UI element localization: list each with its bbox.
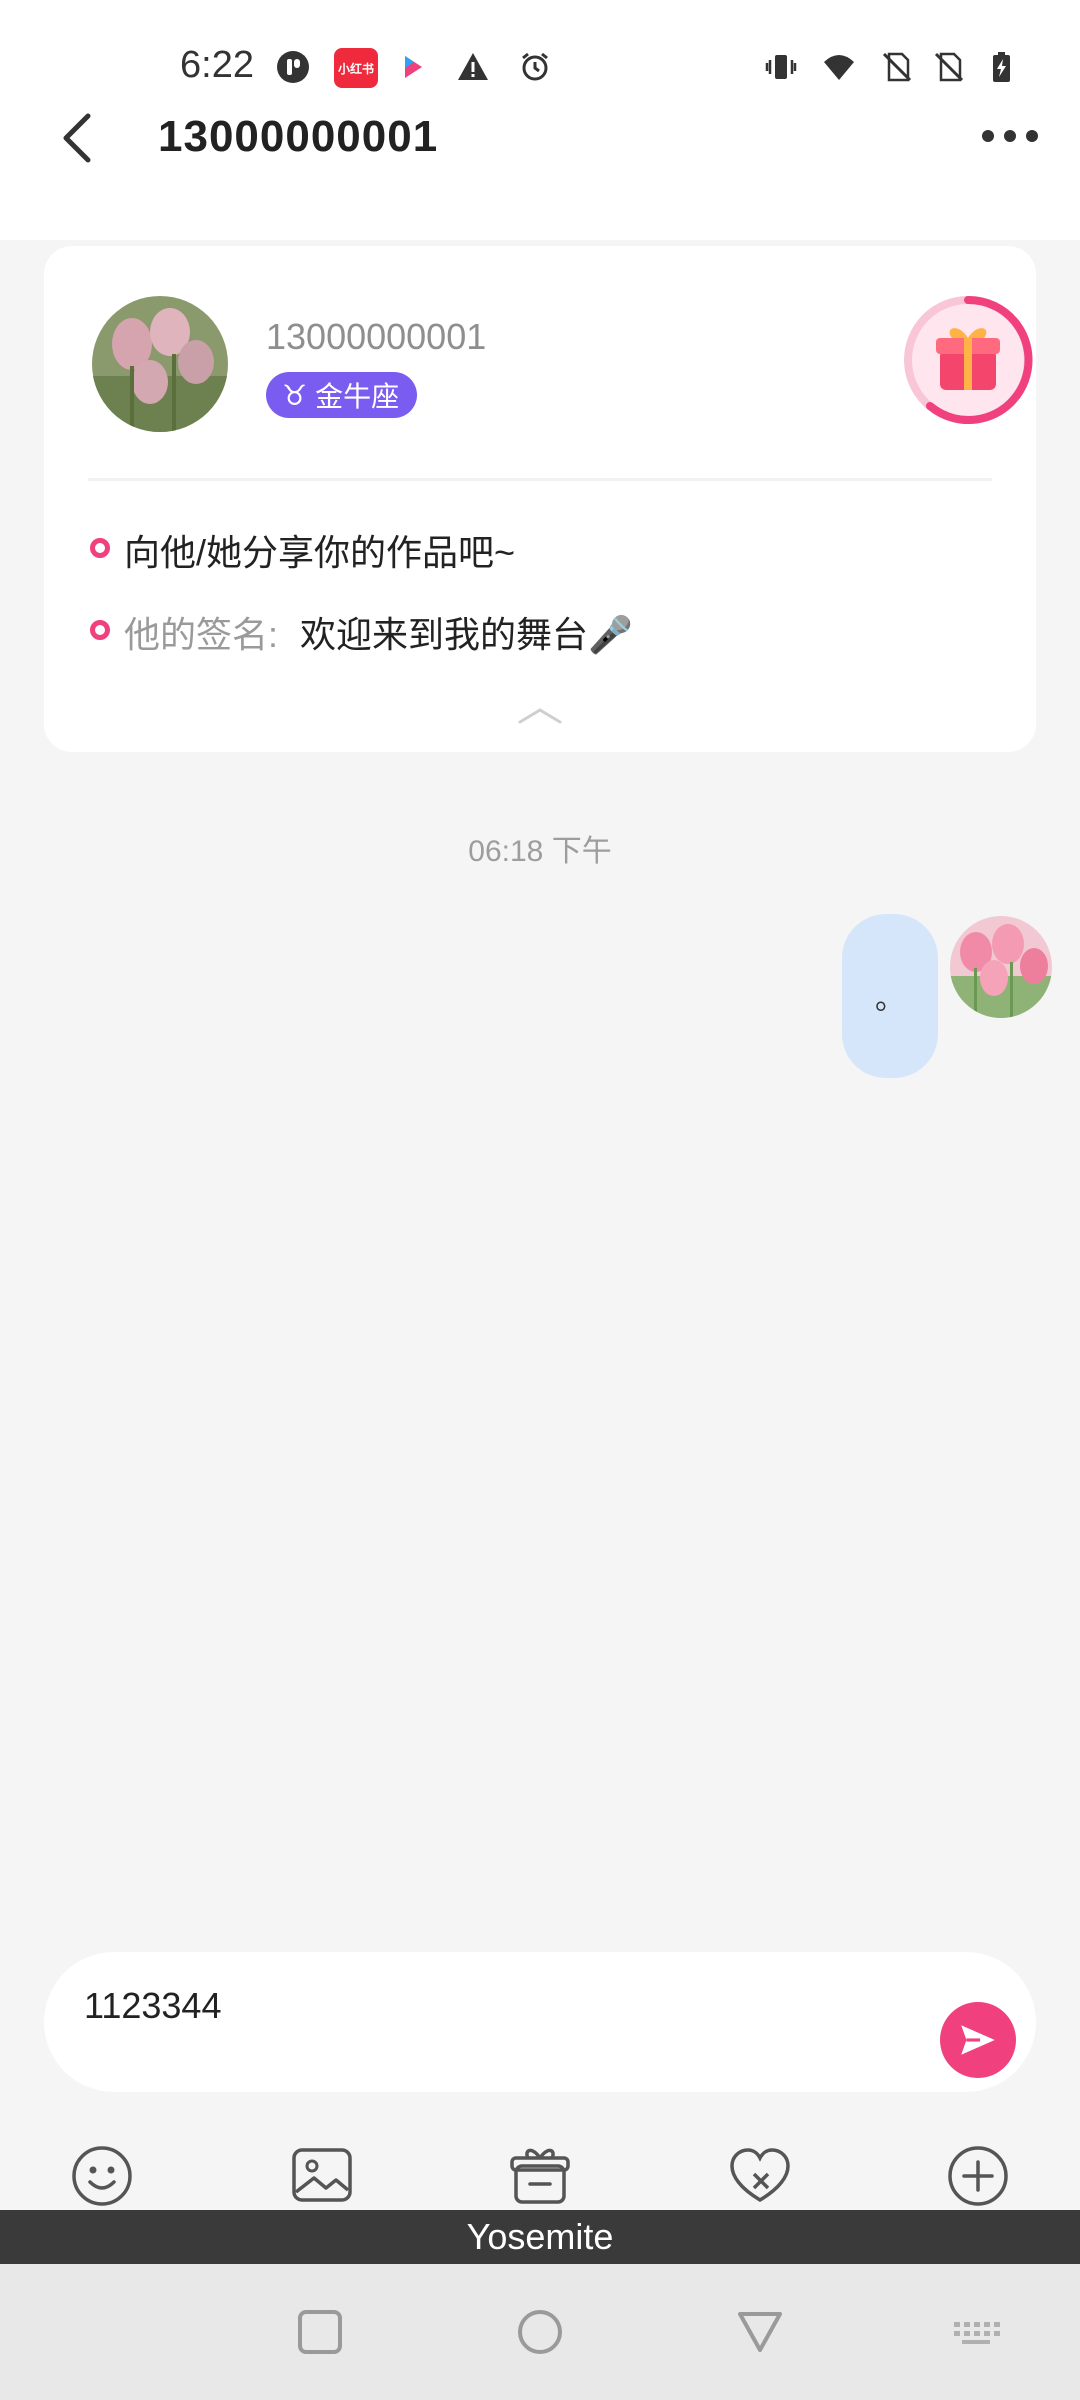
keyboard-icon	[954, 2322, 1000, 2344]
video-app-icon	[396, 50, 430, 84]
warning-icon	[456, 50, 490, 84]
message-input[interactable]	[84, 1976, 904, 2036]
share-prompt[interactable]: 向他/她分享你的作品吧~	[124, 524, 515, 576]
back-button[interactable]	[54, 108, 104, 168]
send-button[interactable]	[940, 2002, 1016, 2078]
back-nav-button[interactable]	[734, 2306, 786, 2358]
message-bubble[interactable]: 。	[842, 914, 938, 1078]
no-sim-2-icon	[932, 50, 966, 84]
gift-icon	[510, 2148, 570, 2204]
xiaohongshu-icon: 小红书	[334, 48, 378, 88]
wifi-icon	[822, 50, 856, 84]
image-icon	[292, 2148, 352, 2202]
send-icon	[961, 2025, 995, 2055]
card-divider	[88, 478, 992, 481]
zodiac-label: 金牛座	[315, 381, 400, 412]
signature-value: 欢迎来到我的舞台🎤	[300, 614, 633, 655]
home-button[interactable]	[514, 2306, 566, 2358]
vibrate-icon	[764, 50, 798, 84]
contact-name: 13000000001	[266, 316, 487, 357]
my-avatar[interactable]	[950, 916, 1052, 1018]
keyboard-switch-button[interactable]	[950, 2306, 1002, 2358]
bullet-dot	[90, 538, 110, 558]
page-title: 13000000001	[158, 112, 439, 161]
collapse-chevron-icon[interactable]	[516, 706, 564, 726]
bullet-dot	[90, 620, 110, 640]
zodiac-badge: ♉ 金牛座	[266, 372, 418, 418]
status-time: 6:22	[180, 44, 254, 86]
more-tools-button[interactable]	[942, 2140, 1014, 2212]
no-sim-icon	[880, 50, 914, 84]
circle-icon	[518, 2310, 562, 2354]
podcast-app-icon	[276, 50, 310, 84]
sticker-icon	[730, 2148, 790, 2203]
recents-button[interactable]	[294, 2306, 346, 2358]
plus-icon	[948, 2146, 1008, 2206]
taurus-icon: ♉	[282, 379, 308, 411]
sticker-button[interactable]	[724, 2140, 796, 2212]
emoji-icon	[72, 2146, 132, 2206]
xiaohongshu-label: 小红书	[337, 61, 374, 76]
gift-button[interactable]	[900, 292, 1036, 428]
message-text: 。	[875, 983, 905, 1016]
gift-tool-button[interactable]	[504, 2140, 576, 2212]
alarm-icon	[518, 50, 552, 84]
emoji-button[interactable]	[66, 2140, 138, 2212]
image-button[interactable]	[286, 2140, 358, 2212]
square-icon	[298, 2310, 342, 2354]
keyboard-name-bar: Yosemite	[0, 2210, 1080, 2264]
contact-avatar[interactable]	[92, 296, 228, 432]
more-options-icon[interactable]	[980, 124, 1040, 148]
battery-charging-icon	[984, 50, 1018, 84]
triangle-icon	[738, 2312, 782, 2352]
message-timestamp: 06:18 下午	[468, 835, 612, 868]
signature-label: 他的签名:	[124, 614, 279, 655]
